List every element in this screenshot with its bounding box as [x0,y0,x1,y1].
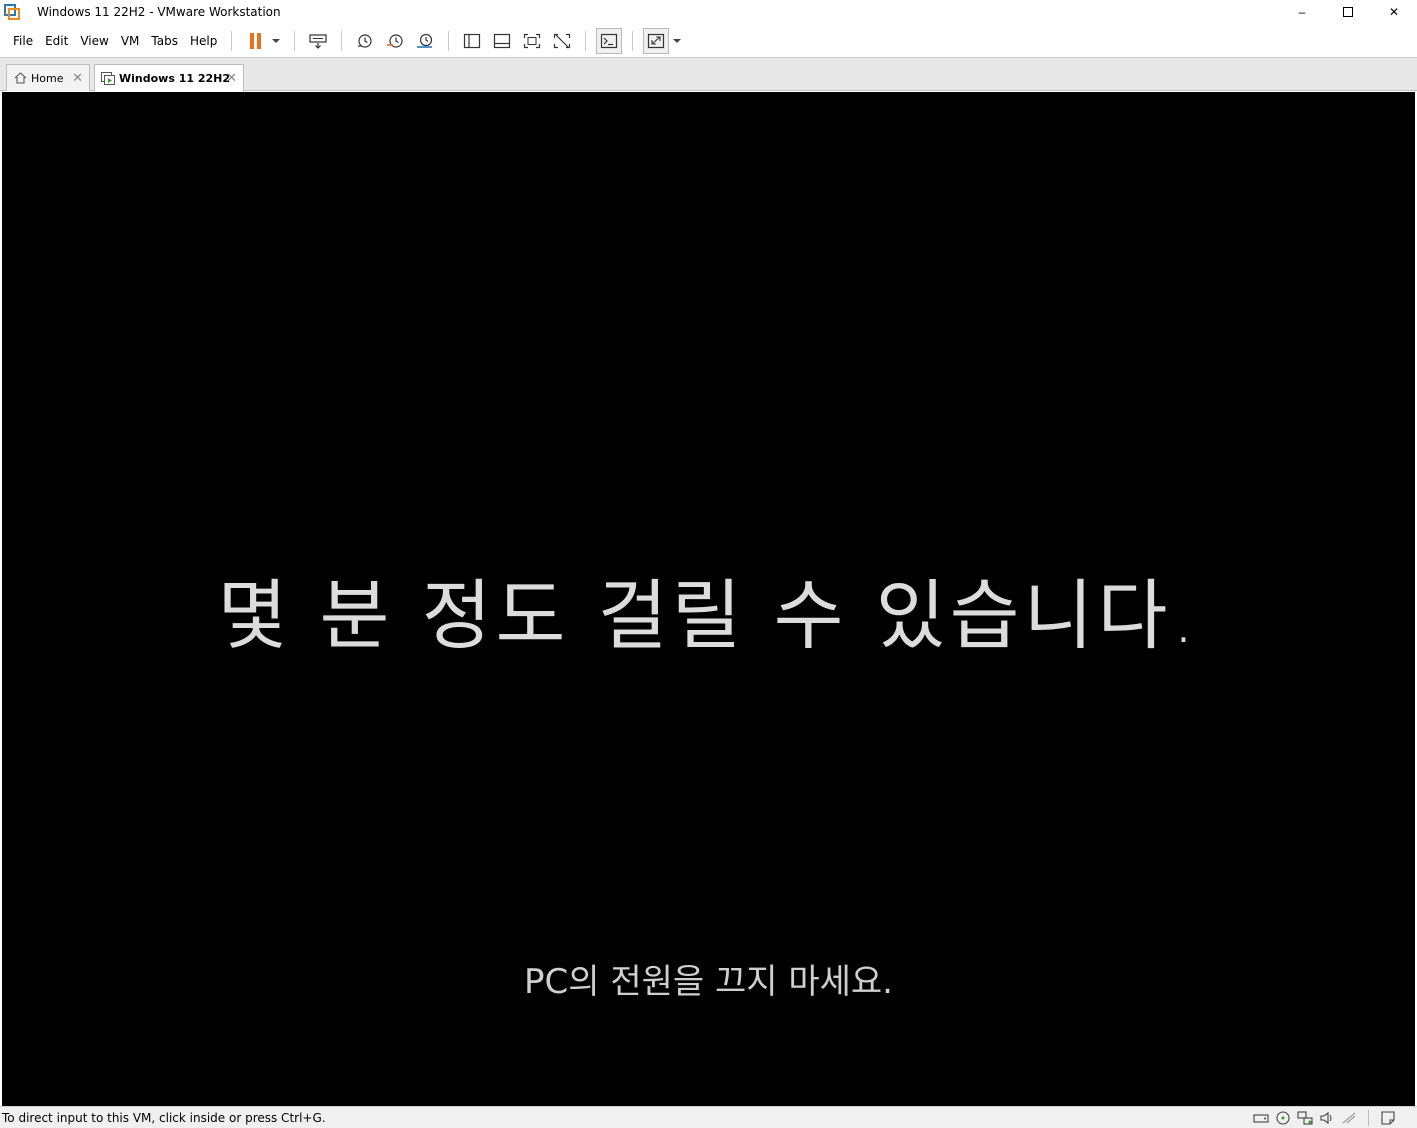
full-screen-button[interactable] [519,28,545,54]
home-icon [13,71,27,85]
tab-bar: Home ✕ Windows 11 22H2 ✕ [0,58,1417,92]
toolbar-separator [585,30,587,51]
menu-file[interactable]: File [7,30,39,52]
toolbar-separator [448,30,450,51]
vm-console[interactable]: 몇 분 정도 걸릴 수 있습니다. PC의 전원을 끄지 마세요. [2,92,1415,1106]
full-screen-icon [524,33,541,48]
send-ctrl-alt-del-button[interactable] [305,28,331,54]
thumbnail-bar-icon [494,33,511,48]
take-snapshot-button[interactable] [352,28,378,54]
status-bar: To direct input to this VM, click inside… [0,1106,1417,1128]
unity-button[interactable] [549,28,575,54]
console-view-button[interactable] [596,27,623,54]
vm-sub-message: PC의 전원을 끄지 마세요. [524,962,893,1002]
pause-button[interactable] [242,28,268,54]
toolbar: File Edit View VM Tabs Help [0,24,1417,58]
revert-snapshot-icon [387,33,403,48]
toolbar-separator [632,30,634,51]
sound-card-icon[interactable] [1318,1110,1336,1126]
menu-edit[interactable]: Edit [39,30,74,52]
unity-icon [554,33,571,48]
tab-label: Home [31,71,64,85]
tab-windows-11-22h2[interactable]: Windows 11 22H2 ✕ [94,64,244,92]
menu-vm[interactable]: VM [115,30,146,52]
revert-snapshot-button[interactable] [382,28,408,54]
maximize-button[interactable] [1325,0,1371,24]
menu-help[interactable]: Help [184,30,223,52]
console-view-icon [601,33,618,48]
close-tab-icon[interactable]: ✕ [226,71,237,86]
display-icon[interactable] [1340,1110,1358,1126]
vm-main-message: 몇 분 정도 걸릴 수 있습니다. [217,571,1200,660]
show-library-button[interactable] [459,28,485,54]
tab-home[interactable]: Home ✕ [6,64,90,91]
send-ctrl-alt-del-icon [309,33,327,49]
tab-label: Windows 11 22H2 [119,72,231,85]
maximize-icon [1343,7,1353,17]
close-button[interactable]: ✕ [1371,0,1417,24]
network-adapter-icon[interactable] [1296,1110,1314,1126]
snapshot-manager-button[interactable] [412,28,438,54]
vm-icon [101,72,115,86]
status-separator [1368,1110,1369,1126]
pause-icon [249,32,261,49]
cd-dvd-icon[interactable] [1274,1110,1292,1126]
hard-disk-icon[interactable] [1252,1110,1270,1126]
snapshot-manager-icon [417,33,433,48]
menu-tabs[interactable]: Tabs [145,30,184,52]
message-log-icon[interactable] [1379,1110,1397,1126]
stretch-guest-button[interactable] [643,27,670,54]
toolbar-separator [231,30,233,51]
vmware-app-icon[interactable] [4,4,20,20]
view-dropdown-arrow-icon[interactable] [673,38,682,43]
window-title: Windows 11 22H2 - VMware Workstation [37,5,281,19]
snapshot-icon [358,33,372,48]
toolbar-separator [294,30,296,51]
status-hint: To direct input to this VM, click inside… [2,1110,326,1125]
power-dropdown-arrow-icon[interactable] [272,38,281,43]
toolbar-separator [341,30,343,51]
library-icon [464,33,481,48]
stretch-guest-icon [648,33,665,48]
thumbnail-bar-button[interactable] [489,28,515,54]
title-bar: Windows 11 22H2 - VMware Workstation – ✕ [0,0,1417,24]
minimize-button[interactable]: – [1279,0,1325,24]
menu-view[interactable]: View [74,30,114,52]
close-tab-icon[interactable]: ✕ [72,71,83,86]
